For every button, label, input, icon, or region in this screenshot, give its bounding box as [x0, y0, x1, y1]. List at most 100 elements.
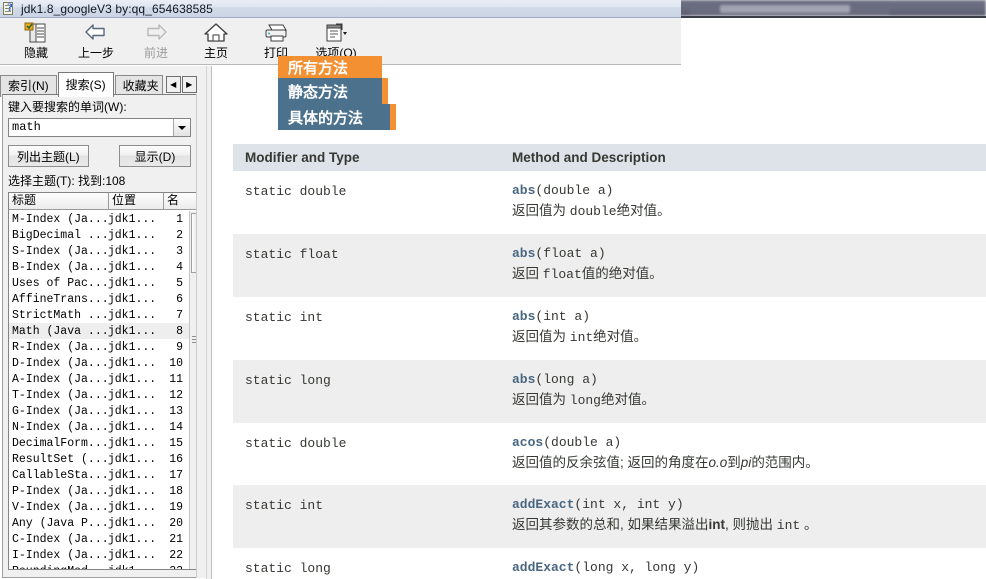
results-row[interactable]: CallableSta... jdk1... 17	[9, 467, 189, 483]
chevron-down-icon[interactable]	[173, 119, 190, 136]
method-filter-dropdown[interactable]: 所有方法 静态方法 具体的方法	[278, 56, 396, 130]
results-cell-location: jdk1...	[107, 484, 157, 498]
results-row[interactable]: V-Index (Ja... jdk1... 19	[9, 499, 189, 515]
results-row[interactable]: C-Index (Ja... jdk1... 21	[9, 531, 189, 547]
results-cell-rank: 22	[169, 548, 183, 562]
results-cell-title: CallableSta...	[12, 468, 108, 482]
results-cell-rank: 9	[176, 340, 183, 354]
results-cell-rank: 16	[169, 452, 183, 466]
results-cell-rank: 12	[169, 388, 183, 402]
results-row[interactable]: RoundingMod...jdk1...23	[9, 563, 189, 570]
results-cell-location: jdk1...	[107, 388, 157, 402]
results-cell-rank: 6	[176, 292, 183, 306]
results-row[interactable]: T-Index (Ja... jdk1... 12	[9, 387, 189, 403]
tab-scroll-prev-button[interactable]: ◀	[165, 76, 181, 93]
results-cell-location: jdk1...	[107, 548, 157, 562]
description-fragment: 的范围内。	[751, 455, 819, 470]
results-row[interactable]: N-Index (Ja... jdk1... 14	[9, 419, 189, 435]
results-cell-rank: 2	[176, 228, 183, 242]
results-cell-title: RoundingMod...	[9, 565, 108, 570]
results-cell-location: jdk1...	[107, 212, 157, 226]
list-topics-button[interactable]: 列出主题(L)	[8, 145, 89, 167]
home-button[interactable]: 主页	[186, 18, 246, 63]
description-fragment: 。	[800, 517, 818, 532]
search-results-grid[interactable]: 标题 位置 名 M-Index (Ja... jdk1... 1 BigDecimal…	[8, 192, 201, 570]
back-button-label: 上一步	[77, 46, 114, 60]
results-cell-rank: 15	[169, 436, 183, 450]
description-fragment: pi	[740, 455, 752, 470]
hide-button[interactable]: 隐藏	[6, 18, 66, 63]
results-row[interactable]: A-Index (Ja... jdk1... 11	[9, 371, 189, 387]
filter-static-methods[interactable]: 静态方法	[278, 78, 388, 104]
options-icon	[322, 20, 350, 46]
results-row[interactable]: M-Index (Ja... jdk1... 1	[9, 211, 189, 227]
results-cell-rank: 17	[169, 468, 183, 482]
results-row[interactable]: P-Index (Ja... jdk1... 18	[9, 483, 189, 499]
results-cell-title: N-Index (Ja...	[12, 420, 108, 434]
results-cell-location: jdk1...	[107, 436, 157, 450]
results-header-row: 标题 位置 名	[9, 193, 200, 210]
results-row[interactable]: G-Index (Ja... jdk1... 13	[9, 403, 189, 419]
results-column-title[interactable]: 标题	[9, 193, 109, 209]
results-row[interactable]: R-Index (Ja... jdk1... 9	[9, 339, 189, 355]
results-cell-rank: 4	[176, 260, 183, 274]
results-cell-title: V-Index (Ja...	[12, 500, 108, 514]
results-cell-rank: 21	[169, 532, 183, 546]
results-row[interactable]: D-Index (Ja... jdk1... 10	[9, 355, 189, 371]
results-row[interactable]: ResultSet (... jdk1... 16	[9, 451, 189, 467]
results-column-rank[interactable]: 名	[164, 193, 200, 209]
results-cell-location: jdk1...	[107, 516, 157, 530]
results-cell-location: jdk1...	[107, 468, 157, 482]
results-row[interactable]: StrictMath ... jdk1... 7	[9, 307, 189, 323]
results-cell-location: jdk1...	[107, 340, 157, 354]
results-cell-title: S-Index (Ja...	[12, 244, 108, 258]
results-cell-rank: 8	[176, 324, 183, 338]
results-cell-location: jdk1...	[107, 500, 157, 514]
nav-pane-scrollbar[interactable]	[196, 94, 206, 578]
results-row[interactable]: AffineTrans... jdk1... 6	[9, 291, 189, 307]
results-cell-title: I-Index (Ja...	[12, 548, 108, 562]
display-button[interactable]: 显示(D)	[119, 145, 191, 167]
results-column-location[interactable]: 位置	[109, 193, 164, 209]
tab-scroll-next-button[interactable]: ▶	[181, 76, 197, 93]
tab-search[interactable]: 搜索(S)	[57, 72, 114, 97]
results-cell-location: jdk1...	[107, 308, 157, 322]
results-row[interactable]: BigDecimal ... jdk1... 2	[9, 227, 189, 243]
results-row[interactable]: Uses of Pac... jdk1... 5	[9, 275, 189, 291]
home-icon	[203, 20, 229, 46]
title-bar[interactable]: ? jdk1.8_googleV3 by:qq_654638585	[0, 0, 681, 18]
home-button-label: 主页	[203, 46, 228, 60]
results-row[interactable]: B-Index (Ja... jdk1... 4	[9, 259, 189, 275]
results-cell-title: BigDecimal ...	[12, 228, 108, 242]
results-row[interactable]: I-Index (Ja... jdk1... 22	[9, 547, 189, 563]
results-cell-location: jdk1...	[107, 228, 157, 242]
filter-static-methods-label: 静态方法	[288, 83, 349, 101]
results-row[interactable]: Any (Java P... jdk1... 20	[9, 515, 189, 531]
results-row[interactable]: Math (Java ... jdk1... 8	[9, 323, 189, 339]
pane-splitter[interactable]	[206, 66, 212, 579]
back-arrow-icon	[83, 20, 109, 46]
search-prompt-label: 键入要搜索的单词(W):	[8, 100, 127, 114]
forward-arrow-icon	[143, 20, 169, 46]
results-cell-location: jdk1...	[107, 356, 157, 370]
results-row[interactable]: S-Index (Ja... jdk1... 3	[9, 243, 189, 259]
results-cell-title: B-Index (Ja...	[12, 260, 108, 274]
search-input-combobox[interactable]: math	[8, 118, 191, 137]
filter-concrete-methods[interactable]: 具体的方法	[278, 104, 396, 130]
results-row[interactable]: DecimalForm... jdk1... 15	[9, 435, 189, 451]
search-pane: 键入要搜索的单词(W): math 列出主题(L) 显示(D) 选择主题(T):…	[2, 94, 206, 578]
filter-accent-edge	[382, 78, 388, 104]
results-cell-location: jdk1...	[107, 324, 157, 338]
filter-all-methods[interactable]: 所有方法	[278, 56, 382, 78]
hide-button-label: 隐藏	[23, 46, 48, 60]
nav-tab-strip: 索引(N) 搜索(S) 收藏夹 ◀ ▶	[0, 66, 206, 97]
results-cell-location: jdk1...	[108, 565, 159, 570]
results-cell-rank: 20	[169, 516, 183, 530]
results-cell-rank: 19	[169, 500, 183, 514]
results-cell-rank: 3	[176, 244, 183, 258]
results-cell-location: jdk1...	[107, 532, 157, 546]
search-input[interactable]: math	[9, 119, 173, 136]
help-book-icon: ?	[2, 1, 17, 16]
results-cell-rank: 10	[169, 356, 183, 370]
back-button[interactable]: 上一步	[66, 18, 126, 63]
